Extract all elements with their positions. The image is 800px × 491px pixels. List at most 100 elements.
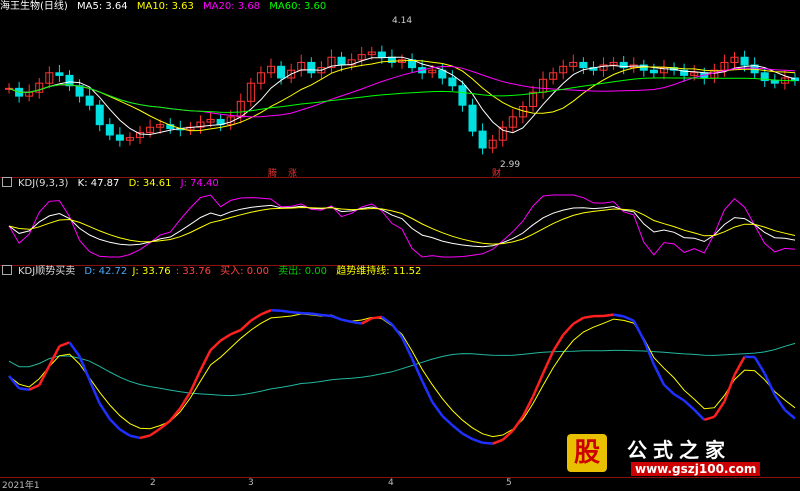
candle-body	[96, 105, 103, 124]
candle-body	[116, 135, 123, 140]
price-panel[interactable]: 海王生物(日线) MA5: 3.64 MA10: 3.63 MA20: 3.68…	[0, 0, 800, 177]
panel-menu-icon[interactable]	[2, 265, 12, 275]
date-tick: 2	[150, 478, 156, 488]
trend-down-segment	[100, 404, 110, 420]
candle-body	[650, 70, 657, 73]
trend-down-segment	[120, 429, 130, 435]
trend-down-segment	[9, 376, 19, 388]
trend-up-segment	[493, 440, 503, 444]
trend-j2-label: : 33.76	[176, 266, 211, 277]
candlestick-chart[interactable]	[0, 0, 800, 177]
date-tick: 2021年1	[2, 478, 40, 491]
candle-body	[469, 105, 476, 131]
kdj-panel[interactable]: KDJ(9,3,3) K: 47.87 D: 34.61 J: 74.40	[0, 177, 800, 265]
trend-down-segment	[130, 436, 140, 438]
trend-up-segment	[372, 317, 382, 318]
trend-down-segment	[473, 439, 483, 443]
kdj-d-line	[9, 208, 795, 245]
ma10-line	[9, 60, 795, 130]
stock-name: 海王生物(日线)	[0, 1, 68, 12]
price-legend: 海王生物(日线) MA5: 3.64 MA10: 3.63 MA20: 3.68…	[0, 0, 332, 14]
trend-down-segment	[422, 381, 432, 402]
trend-down-segment	[674, 394, 684, 400]
candle-body	[56, 73, 63, 76]
buy-label: 买入: 0.00	[220, 266, 269, 277]
trend-up-segment	[211, 341, 221, 351]
trend-up-segment	[724, 375, 734, 402]
trend-up-segment	[221, 334, 231, 340]
candle-body	[66, 75, 73, 85]
trend-up-segment	[563, 324, 573, 335]
trend-down-segment	[483, 443, 493, 444]
kdj-d-label: D: 34.61	[129, 178, 172, 189]
trend-down-segment	[785, 410, 795, 418]
kdj-j-label: J: 74.40	[181, 178, 219, 189]
trend-up-segment	[39, 366, 49, 386]
trend-down-segment	[432, 402, 442, 416]
trend-down-segment	[352, 322, 362, 324]
trend-d-label: D: 42.72	[84, 266, 127, 277]
trend-j-label: J: 33.76	[132, 266, 170, 277]
trend-title: KDJ顺势买卖	[18, 266, 75, 277]
trend-down-segment	[271, 310, 281, 311]
site-watermark: 股 公式之家 www.gszj100.com	[555, 430, 795, 482]
low-price-label: 2.99	[500, 160, 520, 170]
trend-down-segment	[684, 400, 694, 409]
kdj-trend-legend: KDJ顺势买卖 D: 42.72 J: 33.76 : 33.76 买入: 0.…	[0, 265, 427, 279]
candle-body	[449, 78, 456, 86]
trend-line-label: 趋势维持线: 11.52	[336, 266, 421, 277]
candle-body	[106, 125, 113, 135]
trend-up-segment	[59, 342, 69, 346]
ma5-label: MA5: 3.64	[77, 1, 128, 12]
candle-body	[86, 96, 93, 105]
trend-up-segment	[170, 408, 180, 420]
trend-down-segment	[342, 320, 352, 322]
candle-body	[479, 131, 486, 148]
trend-up-segment	[513, 416, 523, 430]
trend-down-segment	[382, 317, 392, 324]
trend-down-segment	[291, 312, 301, 313]
ma20-label: MA20: 3.68	[203, 1, 260, 12]
candle-body	[580, 62, 587, 67]
candle-body	[308, 62, 315, 72]
ma10-label: MA10: 3.63	[137, 1, 194, 12]
date-tick: 3	[248, 478, 254, 488]
trend-down-segment	[110, 419, 120, 429]
trend-up-segment	[553, 335, 563, 351]
trend-down-segment	[281, 311, 291, 312]
trend-up-segment	[583, 316, 593, 318]
trend-down-segment	[311, 314, 321, 315]
candle-body	[338, 57, 345, 65]
trend-down-segment	[614, 315, 624, 317]
trend-up-segment	[533, 373, 543, 396]
watermark-logo-icon: 股	[567, 434, 607, 472]
trend-down-segment	[392, 324, 402, 337]
trend-up-segment	[251, 314, 261, 320]
trend-down-segment	[775, 395, 785, 410]
trend-down-segment	[321, 315, 331, 316]
trend-down-segment	[765, 374, 775, 395]
candle-body	[76, 86, 83, 96]
trend-up-segment	[231, 330, 241, 334]
high-price-label: 4.14	[392, 16, 412, 26]
trend-down-segment	[412, 359, 422, 381]
trend-down-segment	[442, 416, 452, 425]
trend-down-segment	[634, 321, 644, 340]
trend-up-segment	[241, 321, 251, 330]
trend-down-segment	[664, 385, 674, 394]
watermark-url: www.gszj100.com	[631, 462, 760, 476]
ma60-label: MA60: 3.60	[269, 1, 326, 12]
trend-up-segment	[604, 315, 614, 316]
trend-down-segment	[331, 316, 341, 320]
panel-menu-icon[interactable]	[2, 177, 12, 187]
trend-down-segment	[755, 357, 765, 374]
candle-body	[278, 66, 285, 78]
trend-up-segment	[261, 310, 271, 314]
date-tick: 4	[388, 478, 394, 488]
kdj-legend: KDJ(9,3,3) K: 47.87 D: 34.61 J: 74.40	[0, 177, 225, 191]
kdj-j-line	[9, 195, 795, 257]
trend-down-segment	[19, 388, 29, 389]
date-tick: 5	[506, 478, 512, 488]
trend-line	[9, 343, 795, 395]
kdj-title: KDJ(9,3,3)	[18, 178, 68, 189]
